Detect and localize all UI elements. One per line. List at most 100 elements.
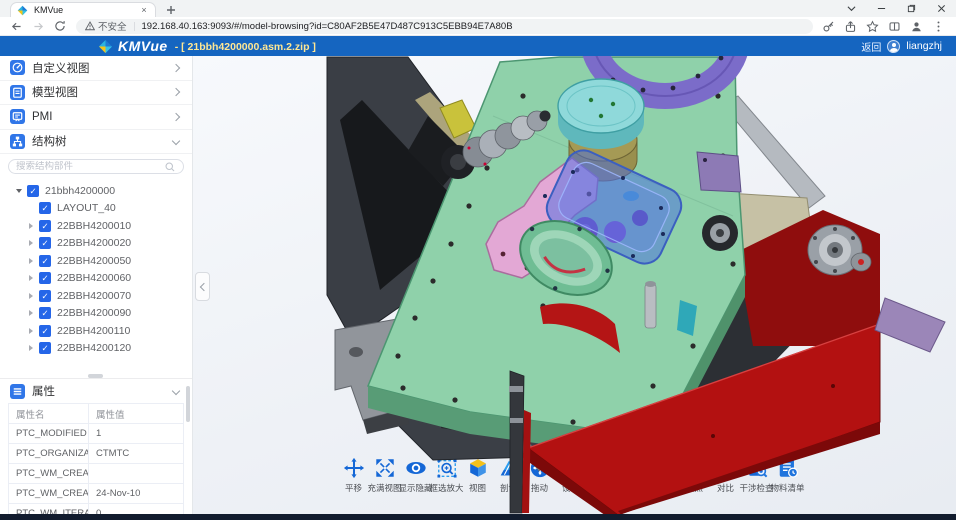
tree-checkbox[interactable]: ✓ bbox=[39, 220, 51, 232]
pmi-icon bbox=[10, 109, 25, 124]
toolbar-button-compare[interactable]: 对比 bbox=[710, 457, 741, 494]
sidebar-item-custom-views[interactable]: 自定义视图 bbox=[0, 56, 192, 81]
tree-node[interactable]: ✓22BBH4200050 bbox=[0, 252, 192, 270]
drag-icon bbox=[529, 457, 551, 479]
toolbar-button-operate[interactable]: 操作 bbox=[586, 457, 617, 494]
tree-node-label: 21bbh4200000 bbox=[45, 185, 115, 197]
caret-right-icon[interactable] bbox=[26, 310, 36, 316]
toolbar-button-section[interactable]: 剖切 bbox=[493, 457, 524, 494]
back-icon[interactable] bbox=[8, 18, 24, 34]
tree-node[interactable]: ✓ 21bbh4200000 bbox=[0, 182, 192, 200]
3d-model-canvas[interactable] bbox=[193, 56, 956, 514]
model-dark-arm bbox=[327, 57, 540, 340]
tree-search[interactable] bbox=[8, 159, 184, 174]
window-minimize-button[interactable] bbox=[866, 0, 896, 16]
tree-node[interactable]: ✓22BBH4200070 bbox=[0, 287, 192, 305]
security-status[interactable]: 不安全 bbox=[85, 19, 127, 33]
properties-header[interactable]: 属性 bbox=[0, 379, 192, 403]
tree-checkbox[interactable]: ✓ bbox=[39, 290, 51, 302]
tree-node[interactable]: ✓22BBH4200020 bbox=[0, 235, 192, 253]
viewer-toolbar: 平移充满视图显示隐藏框选放大视图剖切拖动设置操作测量批注快照对比干涉检查物料清单 bbox=[338, 457, 803, 494]
compare-icon bbox=[715, 457, 737, 479]
password-key-icon[interactable] bbox=[821, 19, 836, 34]
sidebar-item-structure-tree[interactable]: 结构树 bbox=[0, 130, 192, 155]
tree-checkbox[interactable]: ✓ bbox=[39, 325, 51, 337]
new-tab-button[interactable] bbox=[164, 3, 178, 17]
tree-node[interactable]: ✓22BBH4200010 bbox=[0, 217, 192, 235]
caret-right-icon[interactable] bbox=[26, 223, 36, 229]
window-restore-button[interactable] bbox=[896, 0, 926, 16]
toolbar-button-measure[interactable]: 测量 bbox=[617, 457, 648, 494]
tree-node[interactable]: ✓LAYOUT_40 bbox=[0, 200, 192, 218]
property-value: 0 bbox=[89, 504, 183, 514]
toolbar-button-drag[interactable]: 拖动 bbox=[524, 457, 555, 494]
browser-tab[interactable]: KMVue × bbox=[10, 2, 156, 17]
tree-checkbox[interactable]: ✓ bbox=[39, 202, 51, 214]
tree-checkbox[interactable]: ✓ bbox=[39, 307, 51, 319]
window-close-button[interactable] bbox=[926, 0, 956, 16]
tree-node[interactable]: ✓22BBH4200120 bbox=[0, 340, 192, 358]
caret-right-icon[interactable] bbox=[26, 293, 36, 299]
browser-menu-icon[interactable] bbox=[931, 19, 946, 34]
model-mauve-plate bbox=[875, 298, 945, 352]
toolbar-button-view-cube[interactable]: 视图 bbox=[462, 457, 493, 494]
tab-close-icon[interactable]: × bbox=[139, 5, 149, 15]
table-row: PTC_WM_CREATED_... bbox=[9, 464, 183, 484]
caret-right-icon[interactable] bbox=[26, 328, 36, 334]
search-input[interactable] bbox=[16, 161, 164, 172]
tree-checkbox[interactable]: ✓ bbox=[39, 237, 51, 249]
show-hide-icon bbox=[405, 457, 427, 479]
caret-right-icon[interactable] bbox=[26, 258, 36, 264]
property-value: CTMTC bbox=[89, 444, 183, 463]
box-zoom-icon bbox=[436, 457, 458, 479]
tab-title: KMVue bbox=[34, 5, 139, 15]
back-button[interactable]: 返回 bbox=[861, 39, 881, 54]
structure-tree-icon bbox=[10, 134, 25, 149]
snapshot-icon bbox=[684, 457, 706, 479]
toolbar-button-annotate[interactable]: 批注 bbox=[648, 457, 679, 494]
properties-scrollbar[interactable] bbox=[186, 386, 190, 422]
bookmark-star-icon[interactable] bbox=[865, 19, 880, 34]
forward-icon[interactable] bbox=[30, 18, 46, 34]
3d-viewport[interactable]: 平移充满视图显示隐藏框选放大视图剖切拖动设置操作测量批注快照对比干涉检查物料清单 bbox=[193, 56, 956, 514]
property-name: PTC_WM_CREATED_... bbox=[9, 484, 89, 503]
model-purple-ring bbox=[593, 56, 737, 96]
browser-profile-avatar[interactable] bbox=[909, 19, 924, 34]
tree-checkbox[interactable]: ✓ bbox=[27, 185, 39, 197]
share-icon[interactable] bbox=[843, 19, 858, 34]
properties-table-header: 属性名属性值 bbox=[9, 404, 183, 424]
caret-right-icon[interactable] bbox=[26, 240, 36, 246]
address-bar[interactable]: 不安全 192.168.40.163:9093/#/model-browsing… bbox=[76, 19, 813, 34]
toolbar-button-snapshot[interactable]: 快照 bbox=[679, 457, 710, 494]
screen: KMVue × 不安全 192.168.40.163:9093/#/model-… bbox=[0, 0, 956, 520]
caret-right-icon[interactable] bbox=[26, 275, 36, 281]
toolbar-button-pan[interactable]: 平移 bbox=[338, 457, 369, 494]
toolbar-button-box-zoom[interactable]: 框选放大 bbox=[431, 457, 462, 494]
open-file-label: - [ 21bbh4200000.asm.2.zip ] bbox=[175, 41, 316, 53]
tree-node[interactable]: ✓22BBH4200060 bbox=[0, 270, 192, 288]
properties-panel: 属性 属性名属性值PTC_MODIFIED1PTC_ORGANIZATIO...… bbox=[0, 378, 192, 514]
tree-node[interactable]: ✓22BBH4200090 bbox=[0, 305, 192, 323]
tree-checkbox[interactable]: ✓ bbox=[39, 272, 51, 284]
sidebar-collapse-handle[interactable] bbox=[195, 272, 210, 301]
sidebar-item-pmi[interactable]: PMI bbox=[0, 105, 192, 130]
sidebar-item-model-views[interactable]: 模型视图 bbox=[0, 81, 192, 106]
tree-checkbox[interactable]: ✓ bbox=[39, 255, 51, 267]
toolbar-button-bom[interactable]: 物料清单 bbox=[772, 457, 803, 494]
tree-node[interactable]: ✓22BBH4200110 bbox=[0, 322, 192, 340]
toolbar-button-fit-view[interactable]: 充满视图 bbox=[369, 457, 400, 494]
toolbar-button-show-hide[interactable]: 显示隐藏 bbox=[400, 457, 431, 494]
toolbar-button-interference-check[interactable]: 干涉检查 bbox=[741, 457, 772, 494]
tree-checkbox[interactable]: ✓ bbox=[39, 342, 51, 354]
model-blue-cover bbox=[541, 145, 687, 270]
user-avatar[interactable] bbox=[887, 40, 900, 53]
refresh-icon[interactable] bbox=[52, 18, 68, 34]
caret-right-icon[interactable] bbox=[26, 345, 36, 351]
divider bbox=[134, 22, 135, 31]
split-screen-icon[interactable] bbox=[887, 19, 902, 34]
measure-icon bbox=[622, 457, 644, 479]
window-menu-button[interactable] bbox=[836, 0, 866, 16]
caret-down-icon[interactable] bbox=[14, 189, 24, 193]
model-guide-rails bbox=[411, 307, 547, 471]
toolbar-button-settings[interactable]: 设置 bbox=[555, 457, 586, 494]
